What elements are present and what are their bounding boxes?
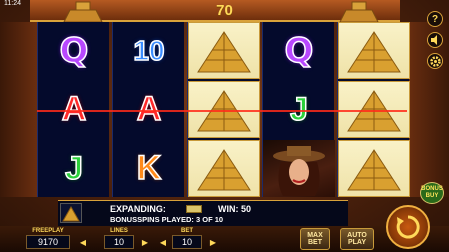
win-amount: WIN: 50 bbox=[218, 204, 252, 214]
freeplay-value: 9170 bbox=[26, 235, 70, 249]
symbol-q: Q bbox=[59, 30, 89, 72]
winning-payline bbox=[37, 110, 407, 112]
symbol-10: 10 bbox=[133, 34, 166, 67]
symbol-q: Q bbox=[284, 30, 314, 72]
total-win-display: 70 bbox=[216, 2, 233, 19]
reel-area: Q A J 10 A K Q J bbox=[37, 22, 410, 197]
right-frame bbox=[407, 22, 449, 197]
spin-icon bbox=[396, 215, 420, 239]
lines-label: LINES bbox=[110, 228, 128, 234]
pyramid-icon bbox=[62, 205, 80, 222]
symbol-pyramid bbox=[188, 140, 260, 197]
settings-button[interactable] bbox=[427, 53, 443, 69]
symbol-pyramid bbox=[188, 22, 260, 79]
sound-icon bbox=[431, 35, 437, 45]
bet-label: BET bbox=[181, 228, 193, 234]
left-frame bbox=[0, 22, 37, 197]
spin-button[interactable] bbox=[386, 205, 430, 249]
expanding-symbol-icon bbox=[186, 205, 202, 213]
explorer-woman-icon bbox=[273, 145, 325, 196]
lines-decrease-button[interactable]: ◀ bbox=[76, 238, 90, 248]
symbol-pyramid bbox=[338, 140, 410, 197]
bonus-buy-button[interactable]: BONUS BUY bbox=[420, 182, 444, 204]
lines-increase-button[interactable]: ▶ bbox=[138, 238, 152, 248]
bet-decrease-button[interactable]: ◀ bbox=[156, 238, 170, 248]
help-button[interactable]: ? bbox=[427, 11, 443, 27]
freeplay-label: FREEPLAY bbox=[32, 228, 64, 234]
pyramid-icon bbox=[197, 148, 251, 190]
freeplay-stat: FREEPLAY 9170 bbox=[26, 228, 70, 250]
pyramid-icon bbox=[197, 30, 251, 72]
bet-value: 10 bbox=[172, 235, 202, 249]
expanding-label: EXPANDING: bbox=[110, 204, 166, 214]
symbol-explorer-woman bbox=[263, 140, 335, 197]
symbol-pyramid bbox=[338, 22, 410, 79]
sound-button[interactable] bbox=[427, 32, 443, 48]
bonus-spins-status: BONUSSPINS PLAYED: 3 OF 10 bbox=[110, 215, 224, 224]
slot-game-screen: 11:24 70 Q A J 10 A K Q J ? BONUS BUY EX… bbox=[0, 0, 449, 252]
symbol-k: K bbox=[136, 148, 162, 188]
lines-stat: LINES 10 bbox=[104, 228, 134, 250]
pyramid-icon bbox=[347, 30, 401, 72]
bet-increase-button[interactable]: ▶ bbox=[206, 238, 220, 248]
lines-value: 10 bbox=[104, 235, 134, 249]
bet-stat: BET 10 bbox=[172, 228, 202, 250]
pyramid-icon bbox=[347, 148, 401, 190]
info-panel: EXPANDING: WIN: 50 BONUSSPINS PLAYED: 3 … bbox=[58, 200, 348, 226]
autoplay-button[interactable]: AUTO PLAY bbox=[340, 228, 374, 250]
symbol-j: J bbox=[64, 149, 83, 187]
gear-icon bbox=[429, 55, 441, 67]
max-bet-button[interactable]: MAX BET bbox=[300, 228, 330, 250]
expanding-symbol-thumb bbox=[60, 203, 82, 223]
